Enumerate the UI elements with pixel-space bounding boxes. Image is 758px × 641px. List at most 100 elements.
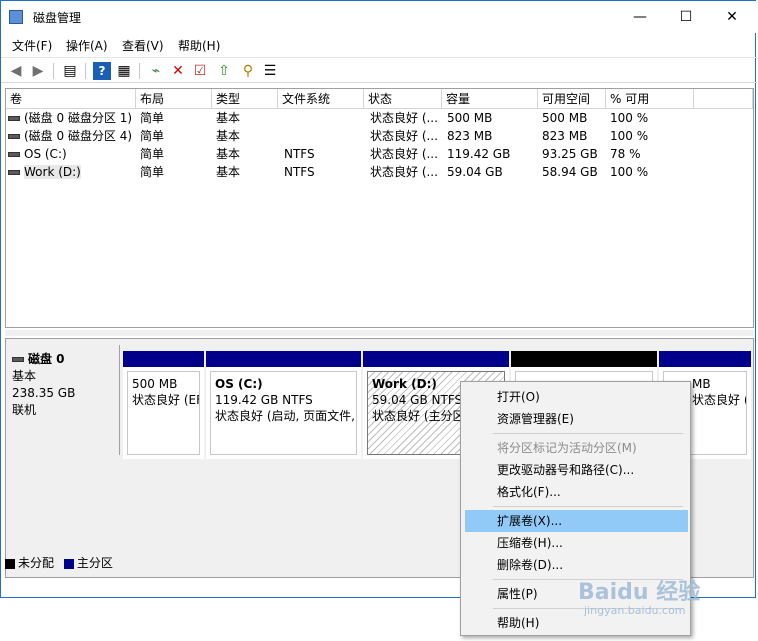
menu-item-open[interactable]: 打开(O) [465,386,688,408]
type-cell: 基本 [216,147,241,161]
primary-partition-bar [363,351,509,367]
partition-body: 500 MB 状态良好 (EF [127,371,200,455]
toolbar-separator [53,63,54,79]
filesystem-cell: NTFS [284,147,315,161]
menu-item-explorer[interactable]: 资源管理器(E) [465,408,688,430]
drive-icon [8,152,20,157]
column-header-volume[interactable]: 卷 [6,89,136,109]
volume-row[interactable]: (磁盘 0 磁盘分区 4) 简单 基本 状态良好 (... 823 MB 823… [6,127,753,145]
layout-cell: 简单 [140,165,165,179]
minimize-button[interactable]: — [617,1,663,33]
unallocated-bar [511,351,657,367]
status-cell: 状态良好 (... [370,147,438,161]
menu-item-delete-volume[interactable]: 删除卷(D)... [465,554,688,576]
menu-file[interactable]: 文件(F) [12,37,52,54]
maximize-button[interactable]: ☐ [663,1,709,33]
volume-row[interactable]: (磁盘 0 磁盘分区 1) 简单 基本 状态良好 (... 500 MB 500… [6,109,753,127]
filesystem-cell [284,127,362,145]
unallocated-swatch [5,558,15,569]
primary-partition-bar [206,351,361,367]
drive-icon [8,134,20,139]
pane-splitter[interactable] [5,330,754,336]
percent-free-cell: 100 % [610,129,649,143]
menu-separator [493,506,683,507]
column-header-empty [694,89,753,109]
disk-0-info[interactable]: 磁盘 0 基本 238.35 GB 联机 [6,345,120,455]
baidu-watermark-url: jingyan.baidu.com [584,604,686,617]
type-cell: 基本 [216,165,241,179]
layout-cell: 简单 [140,129,165,143]
primary-partition-bar [123,351,204,367]
filesystem-cell [284,109,362,127]
partition-os-c[interactable]: OS (C:) 119.42 GB NTFS 状态良好 (启动, 页面文件, [206,351,361,459]
menu-help[interactable]: 帮助(H) [178,37,220,54]
disk-state: 联机 [12,403,37,417]
menu-item-shrink-volume[interactable]: 压缩卷(H)... [465,532,688,554]
folder-up-icon[interactable]: ⇧ [215,62,233,80]
volume-row[interactable]: OS (C:) 简单 基本 NTFS 状态良好 (... 119.42 GB 9… [6,145,753,163]
menu-item-mark-active: 将分区标记为活动分区(M) [497,441,637,455]
menu-item-extend-volume[interactable]: 扩展卷(X)... [465,510,688,532]
title-bar: 磁盘管理 — ☐ ✕ [1,1,757,33]
volume-cell: (磁盘 0 磁盘分区 1) [8,109,136,127]
properties-grid-icon[interactable]: ▦ [115,62,133,80]
column-header-free-space[interactable]: 可用空间 [538,89,606,109]
legend-primary: 主分区 [76,556,113,570]
console-tree-icon[interactable]: ▤ [61,62,79,80]
menu-view[interactable]: 查看(V) [122,37,164,54]
capacity-cell: 59.04 GB [447,165,503,179]
status-cell: 状态良好 (... [370,111,438,125]
free-space-cell: 58.94 GB [542,165,598,179]
partition-efi[interactable]: 500 MB 状态良好 (EF [123,351,204,459]
free-space-cell: 93.25 GB [542,147,598,161]
column-header-capacity[interactable]: 容量 [442,89,538,109]
toolbar-separator [139,63,140,79]
partition-body: OS (C:) 119.42 GB NTFS 状态良好 (启动, 页面文件, [210,371,357,455]
free-space-cell: 823 MB [542,129,588,143]
column-header-layout[interactable]: 布局 [136,89,212,109]
connect-disk-icon[interactable]: ⌁ [147,62,165,80]
checklist-icon[interactable]: ☑ [191,62,209,80]
volume-row[interactable]: Work (D:) 简单 基本 NTFS 状态良好 (... 59.04 GB … [6,163,753,181]
disk-name: 磁盘 0 [12,351,113,368]
percent-free-cell: 100 % [610,111,649,125]
column-header-filesystem[interactable]: 文件系统 [278,89,364,109]
menu-bar: 文件(F) 操作(A) 查看(V) 帮助(H) [1,33,757,55]
layout-cell: 简单 [140,147,165,161]
column-header-percent-free[interactable]: % 可用 [606,89,694,109]
primary-partition-bar [659,351,751,367]
column-header-status[interactable]: 状态 [364,89,442,109]
help-question-icon[interactable]: ? [93,62,111,80]
toolbar-separator [85,63,86,79]
type-cell: 基本 [216,129,241,143]
forward-arrow-icon[interactable]: ▶ [29,62,47,80]
search-folder-icon[interactable]: ⚲ [239,62,257,80]
percent-free-cell: 78 % [610,147,641,161]
free-space-cell: 500 MB [542,111,588,125]
percent-free-cell: 100 % [610,165,649,179]
menu-action[interactable]: 操作(A) [66,37,108,54]
status-cell: 状态良好 (... [370,165,438,179]
disk-kind: 基本 [12,369,37,383]
volume-cell: Work (D:) [8,163,136,181]
column-header-type[interactable]: 类型 [212,89,278,109]
capacity-cell: 119.42 GB [447,147,511,161]
back-arrow-icon[interactable]: ◀ [7,62,25,80]
menu-separator [493,433,683,434]
view-list-icon[interactable]: ☰ [261,62,279,80]
close-button[interactable]: ✕ [709,1,755,33]
filesystem-cell: NTFS [284,165,315,179]
disk-management-app-icon [9,10,23,24]
type-cell: 基本 [216,111,241,125]
capacity-cell: 500 MB [447,111,493,125]
volume-cell: OS (C:) [8,145,136,163]
legend: 未分配 主分区 [5,554,113,574]
disk-icon [12,357,24,362]
primary-swatch [63,558,74,569]
menu-item-format[interactable]: 格式化(F)... [465,481,688,503]
menu-item-change-drive-letter[interactable]: 更改驱动器号和路径(C)... [465,459,688,481]
disk-size: 238.35 GB [12,386,76,400]
drive-icon [8,116,20,121]
delete-x-icon[interactable]: ✕ [169,62,187,80]
status-cell: 状态良好 (... [370,129,438,143]
